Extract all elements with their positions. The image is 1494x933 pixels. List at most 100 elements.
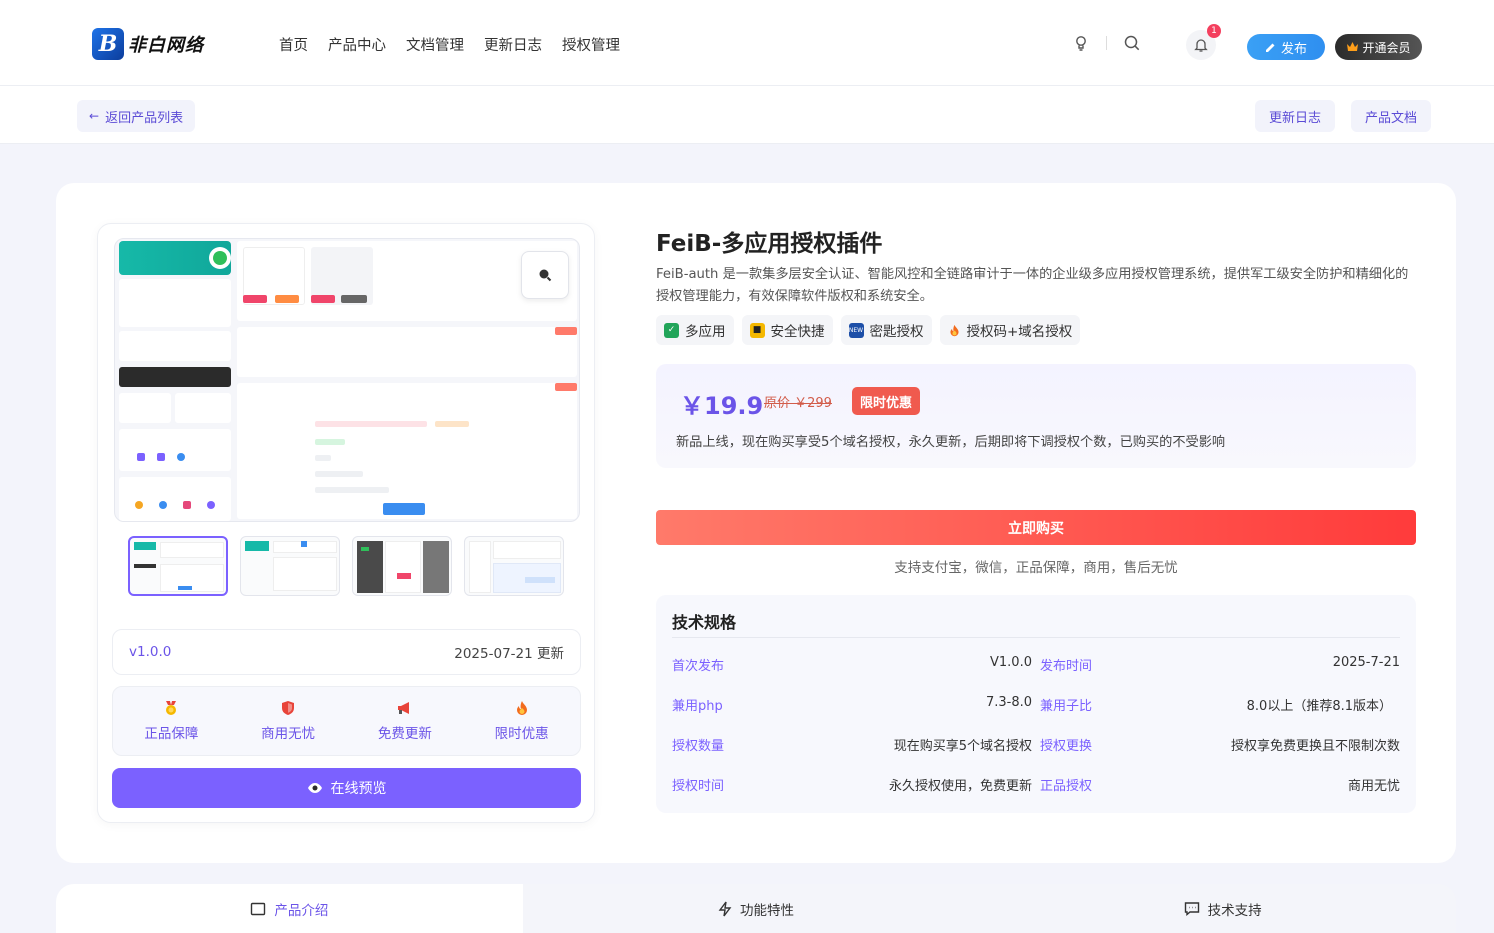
spec-row: 兼用php 7.3-8.0 兼用子比 8.0以上（推荐8.1版本） [672,695,1400,715]
spec-divider [672,637,1400,638]
price-panel: ￥19.9 原价 ￥299 限时优惠 新品上线，现在购买享受5个域名授权，永久更… [656,364,1416,468]
spec-key: 首次发布 [672,659,725,674]
thumbnail-4[interactable] [464,536,564,596]
online-preview-button[interactable]: 在线预览 [112,768,581,808]
feature-genuine: 正品保障 [113,687,230,755]
tech-spec-panel: 技术规格 首次发布 V1.0.0 发布时间 2025-7-21 兼用php 7.… [656,595,1416,813]
shield-icon [282,701,295,715]
tab-features[interactable]: 功能特性 [523,884,990,933]
medal-icon [166,701,177,715]
megaphone-icon [397,702,409,714]
feature-label: 限时优惠 [494,726,549,742]
header-divider [1106,36,1107,50]
back-to-list-button[interactable]: ← 返回产品列表 [77,100,196,132]
feature-label: 商用无忧 [261,726,316,742]
spec-key: 正品授权 [1040,779,1093,794]
thumbnail-strip [128,536,564,596]
version-info: v1.0.0 2025-07-21 更新 [112,629,581,675]
spec-value: 永久授权使用，免费更新 [888,779,1032,794]
spec-key: 授权时间 [672,779,725,794]
chat-icon [1184,902,1199,916]
spec-key: 授权更换 [1040,739,1093,754]
guarantee-features: 正品保障 商用无忧 免费更新 限时优惠 [112,686,581,756]
feature-label: 免费更新 [377,726,432,742]
spec-key: 兼用子比 [1040,699,1093,714]
nav-products[interactable]: 产品中心 [328,34,386,55]
spec-value: 商用无忧 [1347,779,1400,794]
zoom-button[interactable] [521,251,569,299]
spec-value: 7.3-8.0 [985,695,1032,710]
spec-title: 技术规格 [672,613,737,632]
tag-label: 密匙授权 [869,324,924,340]
spec-value: 授权享免费更换且不限制次数 [1230,739,1400,754]
product-gallery: v1.0.0 2025-07-21 更新 正品保障 商用无忧 免费更新 限时优惠… [97,223,595,823]
pencil-icon [1265,43,1275,52]
feature-free-update: 免费更新 [347,687,464,755]
limited-offer-badge: 限时优惠 [852,387,921,415]
bolt-icon [718,901,732,916]
nav-license[interactable]: 授权管理 [562,34,620,55]
product-tags: ✓ 多应用 ■ 安全快捷 NEW 密匙授权 授权码+域名授权 [656,315,1081,345]
product-description: FeiB-auth 是一款集多层安全认证、智能风控和全链路审计于一体的企业级多应… [656,267,1409,304]
tab-label: 功能特性 [740,902,794,919]
thumbnail-3[interactable] [352,536,452,596]
eye-icon [307,783,322,793]
logo-mark: B [92,28,124,60]
spec-key: 兼用php [672,699,723,714]
tab-support[interactable]: 技术支持 [989,884,1456,933]
main-nav: 首页 产品中心 文档管理 更新日志 授权管理 [279,34,620,55]
fire-icon [516,701,527,715]
feature-commercial: 商用无忧 [230,687,347,755]
check-icon: ✓ [664,322,679,338]
spec-row: 授权时间 永久授权使用，免费更新 正品授权 商用无忧 [672,775,1400,795]
back-label: 返回产品列表 [105,110,184,126]
top-navbar: B 非白网络 首页 产品中心 文档管理 更新日志 授权管理 1 发布 开通会员 [0,0,1494,86]
tag-label: 多应用 [685,324,726,340]
original-price: 原价 ￥299 [764,396,832,411]
tab-intro[interactable]: 产品介绍 [56,884,523,933]
bell-icon [1194,39,1208,52]
preview-label: 在线预览 [330,781,387,797]
spec-row: 授权数量 现在购买享5个域名授权 授权更换 授权享免费更换且不限制次数 [672,735,1400,755]
tag-label: 安全快捷 [770,324,825,340]
spec-value: 2025-7-21 [1332,655,1400,670]
publish-button[interactable]: 发布 [1247,34,1325,60]
search-icon[interactable] [1123,34,1141,52]
arrow-left-icon: ← [89,109,100,123]
logo-text: 非白网络 [128,35,204,56]
tag-multi-app: ✓ 多应用 [656,315,734,345]
vip-label: 开通会员 [1362,40,1411,55]
main-screenshot[interactable] [114,238,580,522]
spec-value: V1.0.0 [990,655,1032,670]
nav-changelog[interactable]: 更新日志 [484,34,542,55]
buy-now-button[interactable]: 立即购买 [656,510,1416,545]
tag-secure: ■ 安全快捷 [741,315,833,345]
vip-button[interactable]: 开通会员 [1335,34,1422,60]
thumbnail-1[interactable] [128,536,228,596]
lock-icon: ■ [749,322,765,338]
sub-toolbar: ← 返回产品列表 更新日志 产品文档 [0,86,1494,144]
tag-label: 授权码+域名授权 [966,324,1073,340]
changelog-button[interactable]: 更新日志 [1255,100,1336,132]
nav-docs[interactable]: 文档管理 [406,34,464,55]
notification-badge: 1 [1207,24,1221,38]
search-icon [539,269,552,282]
publish-label: 发布 [1280,41,1307,57]
crown-icon [1347,42,1359,51]
thumbnail-2[interactable] [240,536,340,596]
current-price: ￥19.9 [680,392,764,420]
book-icon [251,902,266,915]
feature-limited-offer: 限时优惠 [463,687,580,755]
nav-home[interactable]: 首页 [279,34,308,55]
feature-label: 正品保障 [144,726,199,742]
site-logo[interactable]: B 非白网络 [92,28,204,60]
detail-tabs: 产品介绍 功能特性 技术支持 [56,884,1456,933]
product-title: FeiB-多应用授权插件 [656,231,883,257]
tab-label: 产品介绍 [274,902,329,919]
key-icon: NEW [848,322,864,338]
lightbulb-icon[interactable] [1072,34,1090,52]
fire-icon [949,324,959,336]
tag-code-domain: 授权码+域名授权 [939,315,1081,345]
tag-key-auth: NEW 密匙授权 [840,315,932,345]
docs-button[interactable]: 产品文档 [1351,100,1432,132]
